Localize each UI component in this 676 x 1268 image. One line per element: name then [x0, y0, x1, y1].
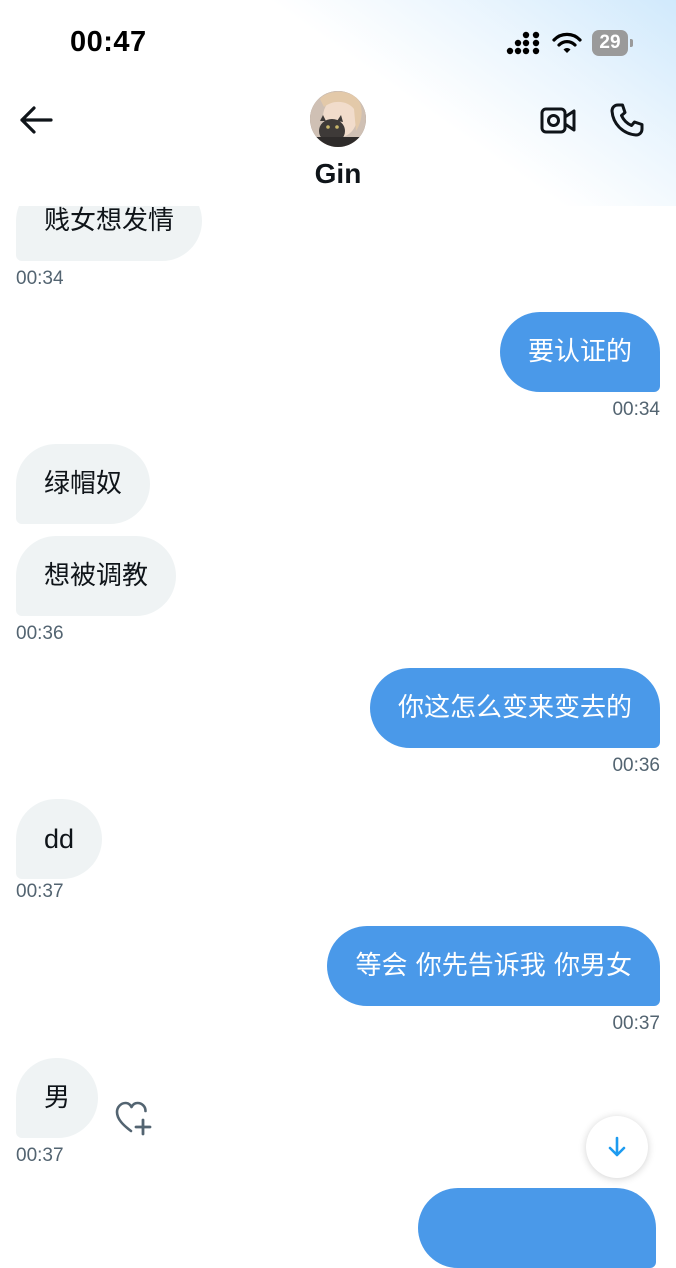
message-timestamp: 00:36: [16, 623, 64, 644]
message-bubble-outgoing-partial[interactable]: [418, 1188, 656, 1268]
message-timestamp: 00:36: [612, 755, 660, 776]
voice-call-button[interactable]: [605, 98, 649, 142]
contact-avatar[interactable]: [310, 91, 366, 147]
back-arrow-icon: [20, 106, 53, 134]
video-call-icon: [540, 107, 576, 134]
message-bubble-incoming[interactable]: 绿帽奴: [16, 444, 151, 524]
avatar-photo: [310, 91, 366, 147]
message-timestamp: 00:37: [612, 1013, 660, 1034]
signal-icon: [506, 31, 540, 55]
message-timestamp: 00:34: [16, 268, 64, 289]
message-bubble-incoming[interactable]: 想被调教: [16, 536, 177, 616]
message-timestamp: 00:37: [16, 881, 64, 902]
arrow-down-icon: [608, 1136, 626, 1157]
status-bar: 00:47 29: [0, 0, 676, 90]
status-time: 00:47: [70, 26, 147, 58]
message-bubble-incoming[interactable]: dd: [16, 799, 103, 879]
video-call-button[interactable]: [536, 98, 580, 142]
scroll-to-bottom-button[interactable]: [586, 1116, 648, 1178]
message-bubble-outgoing[interactable]: 你这怎么变来变去的: [369, 668, 660, 748]
message-timestamp: 00:37: [16, 1145, 64, 1166]
phone-icon: [610, 103, 644, 137]
wifi-icon: [552, 32, 582, 53]
message-bubble-incoming[interactable]: 男: [16, 1058, 99, 1138]
contact-name[interactable]: Gin: [0, 158, 676, 190]
status-icons: 29: [506, 30, 633, 56]
heart-plus-icon: [115, 1101, 152, 1136]
message-bubble-outgoing[interactable]: 要认证的: [499, 312, 660, 392]
battery-icon: 29: [592, 30, 633, 56]
back-button[interactable]: [14, 98, 58, 142]
add-reaction-button[interactable]: [114, 1100, 154, 1136]
message-bubble-outgoing[interactable]: 等会 你先告诉我 你男女: [327, 926, 660, 1006]
message-timestamp: 00:34: [612, 399, 660, 420]
